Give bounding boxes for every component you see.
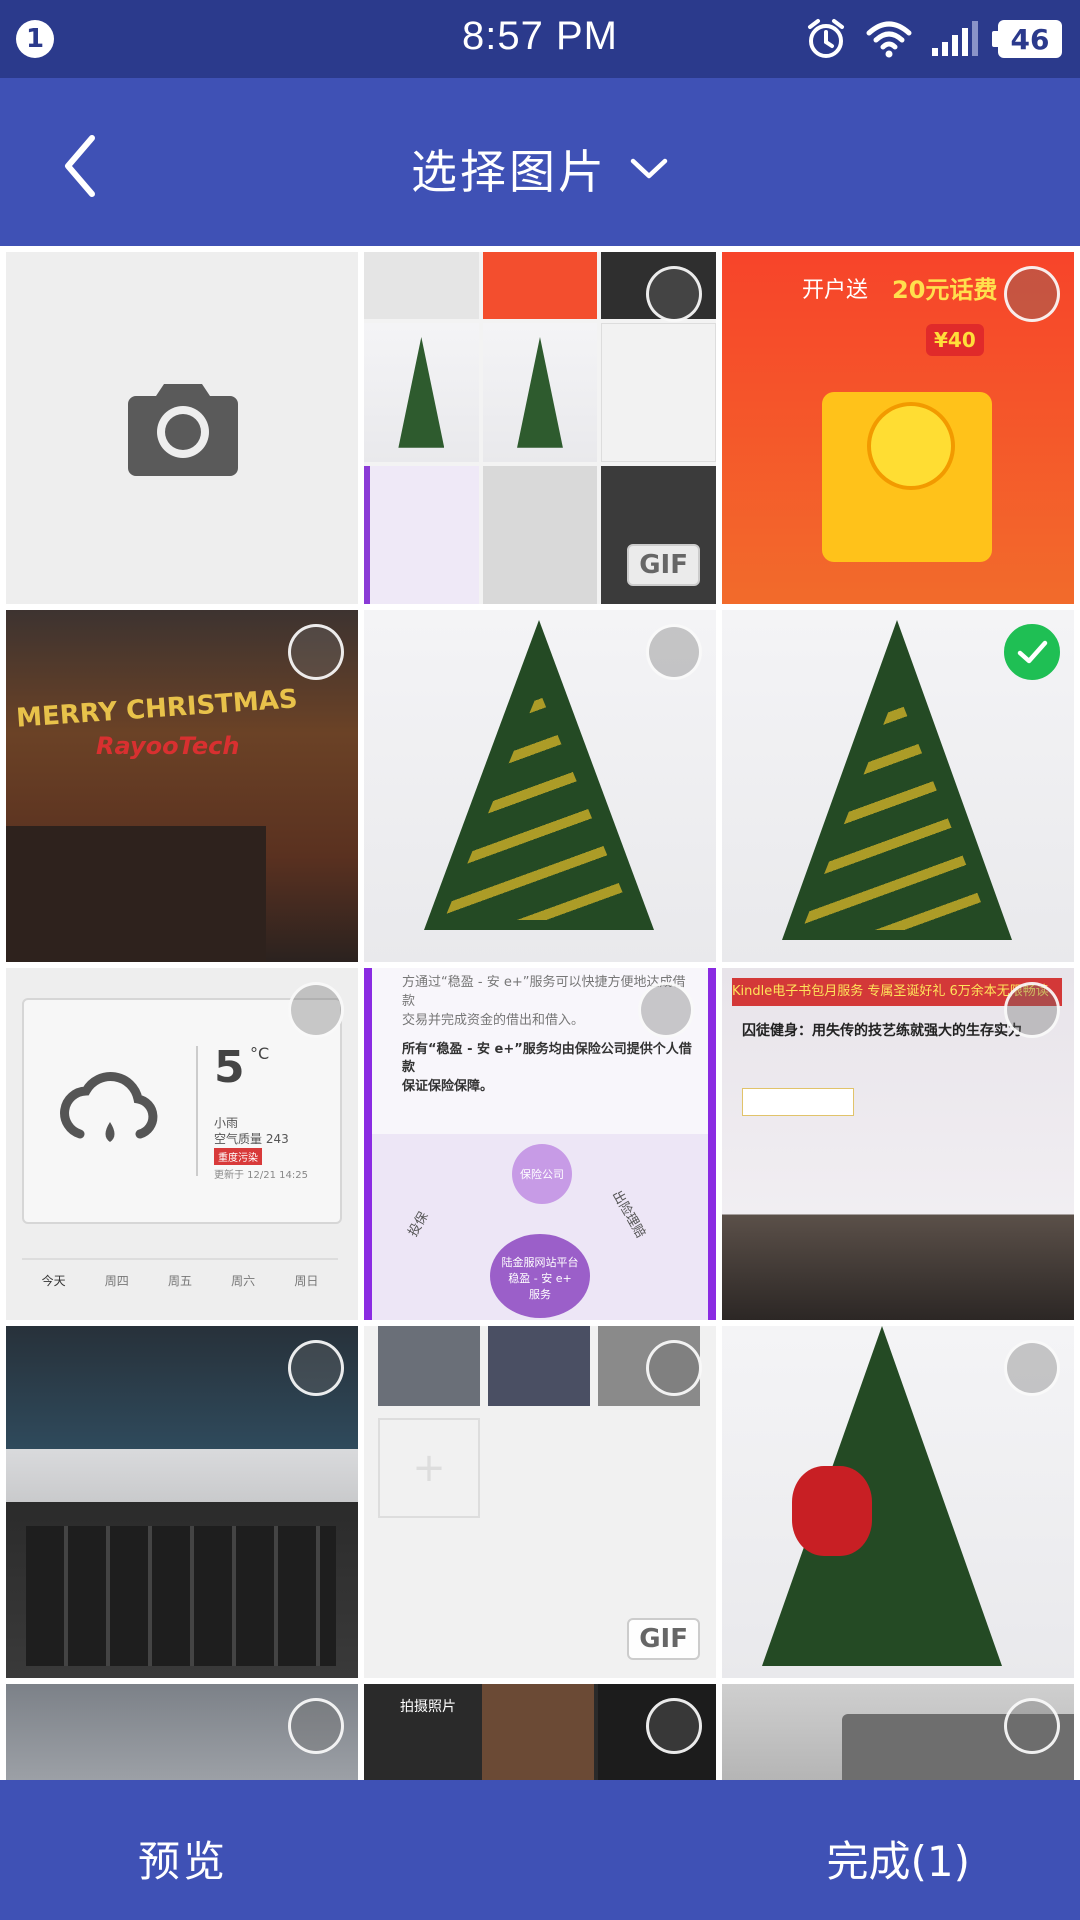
select-checkbox[interactable] bbox=[288, 982, 344, 1038]
select-checkbox[interactable] bbox=[646, 1698, 702, 1754]
collage-caption: 拍摄照片 bbox=[400, 1699, 456, 1715]
photo-thumbnail[interactable]: Kindle电子书包月服务 专属圣诞好礼 6万余本无限畅读 囚徒健身：用失传的技… bbox=[722, 968, 1074, 1320]
diagram-label-right: 出险理赔 bbox=[608, 1188, 648, 1241]
forecast-day: 周六 bbox=[231, 1273, 256, 1288]
gif-badge: GIF bbox=[627, 544, 700, 586]
photo-thumbnail[interactable] bbox=[722, 1684, 1074, 1780]
select-checkbox[interactable] bbox=[288, 1698, 344, 1754]
select-checkbox[interactable] bbox=[1004, 1698, 1060, 1754]
forecast-day: 周四 bbox=[104, 1273, 129, 1288]
coupon: ¥40 bbox=[926, 324, 984, 356]
photo-thumbnail[interactable]: 拍摄照片 bbox=[364, 1684, 716, 1780]
forecast-tabs: 今天 周四 周五 周六 周日 bbox=[22, 1258, 338, 1300]
select-checkbox[interactable] bbox=[638, 982, 694, 1038]
alarm-icon bbox=[808, 19, 844, 58]
diagram-label-left: 投保 bbox=[405, 1209, 432, 1240]
rain-cloud-icon bbox=[60, 1071, 158, 1142]
coin-icon bbox=[867, 402, 955, 490]
photo-thumbnail[interactable] bbox=[722, 1326, 1074, 1678]
bottom-action-bar: 预览 完成(1) bbox=[0, 1780, 1080, 1920]
camera-tile[interactable] bbox=[6, 252, 358, 604]
update-time: 更新于 12/21 14:25 bbox=[214, 1170, 308, 1181]
air-quality: 空气质量 243 bbox=[214, 1132, 289, 1146]
photo-thumbnail[interactable] bbox=[6, 1326, 358, 1678]
photo-thumbnail[interactable]: 方通过“稳盈 - 安 e+”服务可以快捷方便地达成借款 交易并完成资金的借出和借… bbox=[364, 968, 716, 1320]
photo-thumbnail[interactable] bbox=[364, 610, 716, 962]
status-bar: 1 8:57 PM 46 bbox=[0, 0, 1080, 78]
select-checkbox[interactable] bbox=[646, 1340, 702, 1396]
diagram-node-mid: 陆金服网站平台 稳盈 - 安 e+ 服务 bbox=[490, 1234, 590, 1318]
screen-heading: 囚徒健身：用失传的技艺练就强大的生存实力 bbox=[742, 1023, 1022, 1039]
photo-thumbnail[interactable]: 5 °C 小雨 空气质量 243 重度污染 更新于 12/21 14:25 今天… bbox=[6, 968, 358, 1320]
temperature-unit: °C bbox=[250, 1044, 270, 1063]
forecast-day: 今天 bbox=[41, 1273, 66, 1288]
photo-sign-b: RayooTech bbox=[96, 732, 240, 760]
page-title: 选择图片 bbox=[411, 145, 607, 199]
top-app-bar: 选择图片 bbox=[0, 78, 1080, 246]
weather-card: 5 °C 小雨 空气质量 243 重度污染 更新于 12/21 14:25 bbox=[22, 998, 342, 1224]
select-checkbox[interactable] bbox=[1004, 1340, 1060, 1396]
select-checkbox[interactable] bbox=[288, 624, 344, 680]
photo-thumbnail[interactable]: GIF bbox=[364, 252, 716, 604]
done-button[interactable]: 完成(1) bbox=[827, 1828, 971, 1889]
article-line: 所有“稳盈 - 安 e+”服务均由保险公司提供个人借款 bbox=[402, 1041, 692, 1076]
promo-text-b: 20元话费 bbox=[892, 276, 998, 304]
select-checkbox[interactable] bbox=[288, 1340, 344, 1396]
preview-button[interactable]: 预览 bbox=[138, 1828, 228, 1889]
reception-desk bbox=[6, 826, 266, 962]
forecast-day: 周日 bbox=[294, 1273, 319, 1288]
photo-thumbnail[interactable]: + GIF bbox=[364, 1326, 716, 1678]
temperature: 5 bbox=[214, 1042, 245, 1093]
pollution-badge: 重度污染 bbox=[214, 1148, 262, 1165]
article-line: 保证保险保障。 bbox=[402, 1079, 494, 1095]
diagram: 保险公司 陆金服网站平台 稳盈 - 安 e+ 服务 投保 出险理赔 bbox=[372, 1134, 708, 1320]
photo-sign-a: MERRY CHRISTMAS bbox=[15, 684, 299, 734]
forecast-day: 周五 bbox=[167, 1273, 192, 1288]
chevron-down-icon bbox=[630, 158, 668, 179]
photo-thumbnail[interactable]: MERRY CHRISTMAS RayooTech bbox=[6, 610, 358, 962]
select-checkbox[interactable] bbox=[1004, 982, 1060, 1038]
camera-icon bbox=[128, 384, 238, 476]
gif-badge: GIF bbox=[627, 1618, 700, 1660]
battery-indicator: 46 bbox=[992, 20, 1062, 58]
photo-thumbnail[interactable] bbox=[6, 1684, 358, 1780]
weather-condition: 小雨 bbox=[214, 1116, 239, 1130]
select-checkbox[interactable] bbox=[646, 624, 702, 680]
select-checkbox[interactable] bbox=[646, 266, 702, 322]
photo-thumbnail[interactable]: 开户送 20元话费 ¥40 bbox=[722, 252, 1074, 604]
select-checkbox-checked[interactable] bbox=[1004, 624, 1060, 680]
select-checkbox[interactable] bbox=[1004, 266, 1060, 322]
signal-icon bbox=[932, 21, 978, 56]
add-photo-placeholder: + bbox=[378, 1418, 480, 1518]
photo-thumbnail[interactable] bbox=[722, 610, 1074, 962]
checkmark-icon bbox=[1017, 640, 1048, 664]
diagram-node-top: 保险公司 bbox=[512, 1144, 572, 1204]
status-icons: 46 bbox=[804, 16, 1062, 62]
album-selector[interactable]: 选择图片 bbox=[0, 136, 1080, 202]
photo-grid: GIF 开户送 20元话费 ¥40 MERRY CHRISTMAS RayooT… bbox=[0, 246, 1080, 1780]
promo-text-a: 开户送 bbox=[802, 278, 869, 303]
wifi-icon bbox=[866, 21, 912, 58]
keyboard bbox=[26, 1526, 336, 1666]
